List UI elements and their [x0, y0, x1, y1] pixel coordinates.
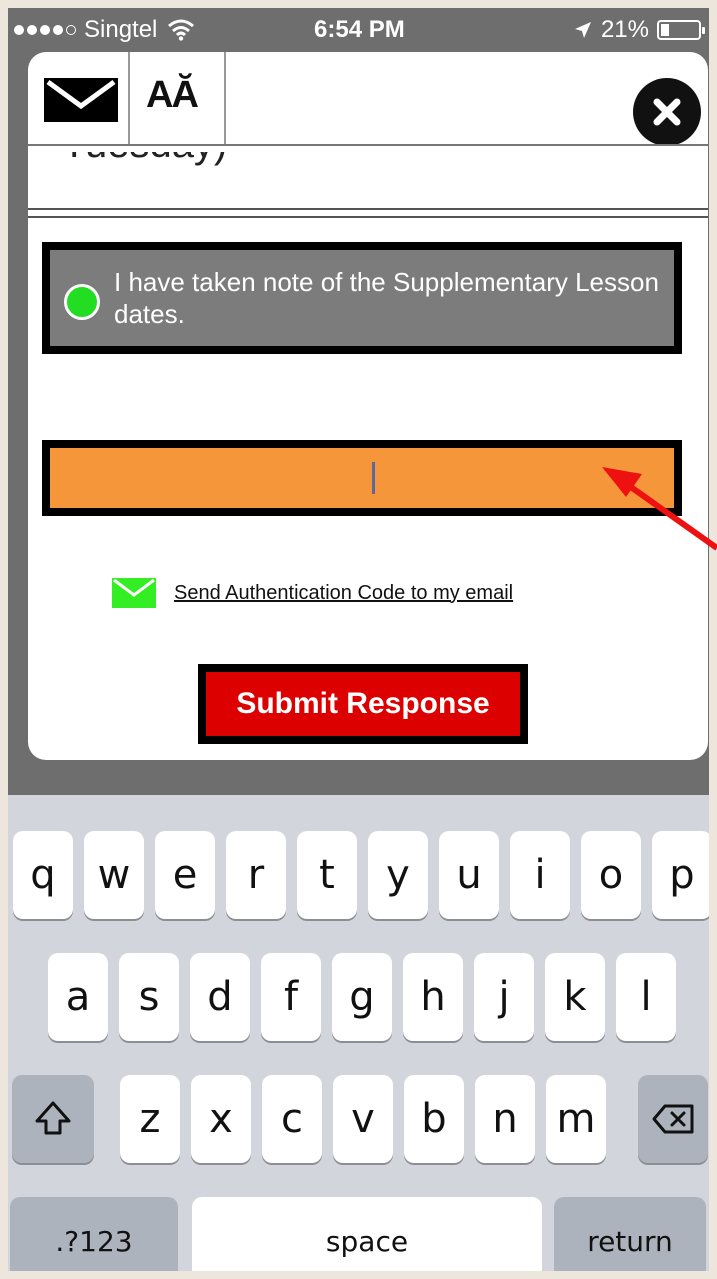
key-i[interactable]: i: [510, 831, 570, 919]
wifi-icon: [168, 19, 195, 41]
key-u[interactable]: u: [439, 831, 499, 919]
status-time: 6:54 PM: [314, 16, 405, 43]
key-b[interactable]: b: [404, 1075, 464, 1163]
key-l[interactable]: l: [616, 953, 676, 1041]
toolbar-divider: [128, 52, 130, 144]
key-v[interactable]: v: [333, 1075, 393, 1163]
battery-percent: 21%: [600, 16, 649, 43]
consent-option[interactable]: I have taken note of the Supplementary L…: [42, 242, 682, 354]
key-j[interactable]: j: [474, 953, 534, 1041]
authentication-code-input[interactable]: [42, 440, 682, 516]
key-p[interactable]: p: [652, 831, 709, 919]
key-h[interactable]: h: [403, 953, 463, 1041]
divider: [28, 208, 708, 210]
keyboard: q w e r t y u i o p a s d f g h j k l z x c v b n m .?123 space retu…: [8, 795, 709, 1271]
battery-fill: [661, 24, 669, 36]
submit-response-button[interactable]: Submit Response: [198, 664, 528, 744]
key-m[interactable]: m: [546, 1075, 606, 1163]
font-size-button[interactable]: AĂ: [146, 74, 199, 117]
battery-icon: [657, 20, 705, 40]
carrier-area: Singtel: [14, 16, 195, 44]
shift-key[interactable]: [12, 1075, 94, 1163]
key-r[interactable]: r: [226, 831, 286, 919]
shift-icon: [35, 1101, 71, 1135]
phone-screen: Singtel 6:54 PM 21% AĂ Tuesday) I have t…: [8, 8, 709, 1271]
key-x[interactable]: x: [191, 1075, 251, 1163]
key-f[interactable]: f: [261, 953, 321, 1041]
key-d[interactable]: d: [190, 953, 250, 1041]
response-card: AĂ Tuesday) I have taken note of the Sup…: [28, 52, 708, 760]
close-icon: [653, 98, 681, 126]
carrier-label: Singtel: [84, 16, 158, 43]
key-n[interactable]: n: [475, 1075, 535, 1163]
card-toolbar: AĂ: [28, 52, 708, 146]
backspace-icon: [652, 1104, 694, 1134]
key-t[interactable]: t: [297, 831, 357, 919]
location-arrow-icon: [574, 22, 591, 38]
space-key[interactable]: space: [192, 1197, 542, 1271]
envelope-icon: [112, 578, 156, 608]
toolbar-divider: [224, 52, 226, 144]
consent-label: I have taken note of the Supplementary L…: [114, 267, 659, 329]
key-y[interactable]: y: [368, 831, 428, 919]
key-c[interactable]: c: [262, 1075, 322, 1163]
key-s[interactable]: s: [119, 953, 179, 1041]
key-o[interactable]: o: [581, 831, 641, 919]
close-button[interactable]: [633, 78, 701, 146]
signal-icon: [14, 25, 76, 35]
delete-key[interactable]: [638, 1075, 708, 1163]
send-code-link[interactable]: Send Authentication Code to my email: [112, 578, 513, 608]
numbers-key[interactable]: .?123: [10, 1197, 178, 1271]
radio-selected[interactable]: [64, 284, 100, 320]
key-k[interactable]: k: [545, 953, 605, 1041]
text-cursor: [372, 462, 375, 494]
divider: [28, 216, 708, 218]
key-g[interactable]: g: [332, 953, 392, 1041]
status-right: 21%: [573, 16, 705, 44]
key-w[interactable]: w: [84, 831, 144, 919]
key-a[interactable]: a: [48, 953, 108, 1041]
status-bar: Singtel 6:54 PM 21%: [8, 8, 709, 52]
key-e[interactable]: e: [155, 831, 215, 919]
return-key[interactable]: return: [554, 1197, 706, 1271]
toolbar-border: [28, 144, 708, 146]
envelope-icon[interactable]: [42, 74, 120, 126]
submit-response-label: Submit Response: [206, 672, 520, 736]
key-z[interactable]: z: [120, 1075, 180, 1163]
key-q[interactable]: q: [13, 831, 73, 919]
send-code-link-text[interactable]: Send Authentication Code to my email: [174, 582, 513, 605]
